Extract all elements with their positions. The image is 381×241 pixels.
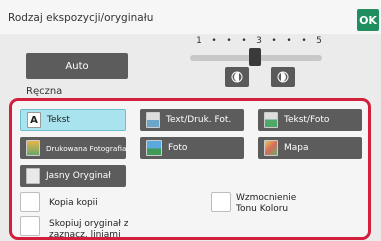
option-label: Text/Druk. Fot. xyxy=(166,115,232,125)
original-type-text-printed-photo[interactable]: Text/Druk. Fot. xyxy=(140,109,244,131)
option-label: Tekst xyxy=(47,115,70,125)
scale-label: • xyxy=(226,36,232,46)
copy-of-copy-label: Kopia kopii xyxy=(49,198,98,208)
option-label: Mapa xyxy=(284,143,309,153)
ok-button[interactable]: OK xyxy=(357,9,379,31)
original-type-map[interactable]: Mapa xyxy=(258,137,362,159)
printed-photo-icon xyxy=(26,140,40,156)
manual-exposure-label: Ręczna xyxy=(26,86,63,97)
marked-lines-copy-label: Skopiuj oryginał z zaznacz. liniami xyxy=(49,219,129,240)
scale-label: 5 xyxy=(316,36,322,46)
decrease-icon xyxy=(231,71,243,83)
scale-label: • xyxy=(211,36,217,46)
text-photo-icon xyxy=(264,112,278,128)
page-title: Rodzaj ekspozycji/oryginału xyxy=(8,12,154,24)
copy-of-copy-checkbox[interactable] xyxy=(20,192,40,212)
exposure-slider-handle[interactable] xyxy=(249,48,261,66)
photo-icon xyxy=(146,140,162,156)
increase-icon xyxy=(277,71,289,83)
scale-label: 3 xyxy=(256,36,262,46)
scale-label: • xyxy=(301,36,307,46)
light-original-icon xyxy=(26,168,40,184)
auto-exposure-button[interactable]: Auto xyxy=(26,53,128,79)
original-type-photo[interactable]: Foto xyxy=(140,137,244,159)
original-type-text[interactable]: A Tekst xyxy=(20,109,126,131)
scale-label: • xyxy=(271,36,277,46)
option-label: Drukowana Fotografia xyxy=(46,143,127,153)
scale-label: 1 xyxy=(196,36,202,46)
scale-label: • xyxy=(241,36,247,46)
scale-label: • xyxy=(286,36,292,46)
header-bar: Rodzaj ekspozycji/oryginału xyxy=(0,0,381,34)
decrease-exposure-button[interactable] xyxy=(225,67,249,87)
text-A-icon: A xyxy=(27,112,41,128)
increase-exposure-button[interactable] xyxy=(271,67,295,87)
option-label: Foto xyxy=(168,143,188,153)
text-print-photo-icon xyxy=(146,112,160,128)
option-label: Jasny Oryginał xyxy=(46,171,111,181)
original-type-text-photo[interactable]: Tekst/Foto xyxy=(258,109,362,131)
map-icon xyxy=(264,140,278,156)
original-type-printed-photo[interactable]: Drukowana Fotografia xyxy=(20,137,126,159)
original-type-light-original[interactable]: Jasny Oryginał xyxy=(20,165,126,187)
color-tone-enhancement-label: Wzmocnienie Tonu Koloru xyxy=(236,193,297,214)
option-label: Tekst/Foto xyxy=(284,115,330,125)
marked-lines-copy-checkbox[interactable] xyxy=(20,216,40,236)
color-tone-enhancement-checkbox[interactable] xyxy=(211,192,231,212)
